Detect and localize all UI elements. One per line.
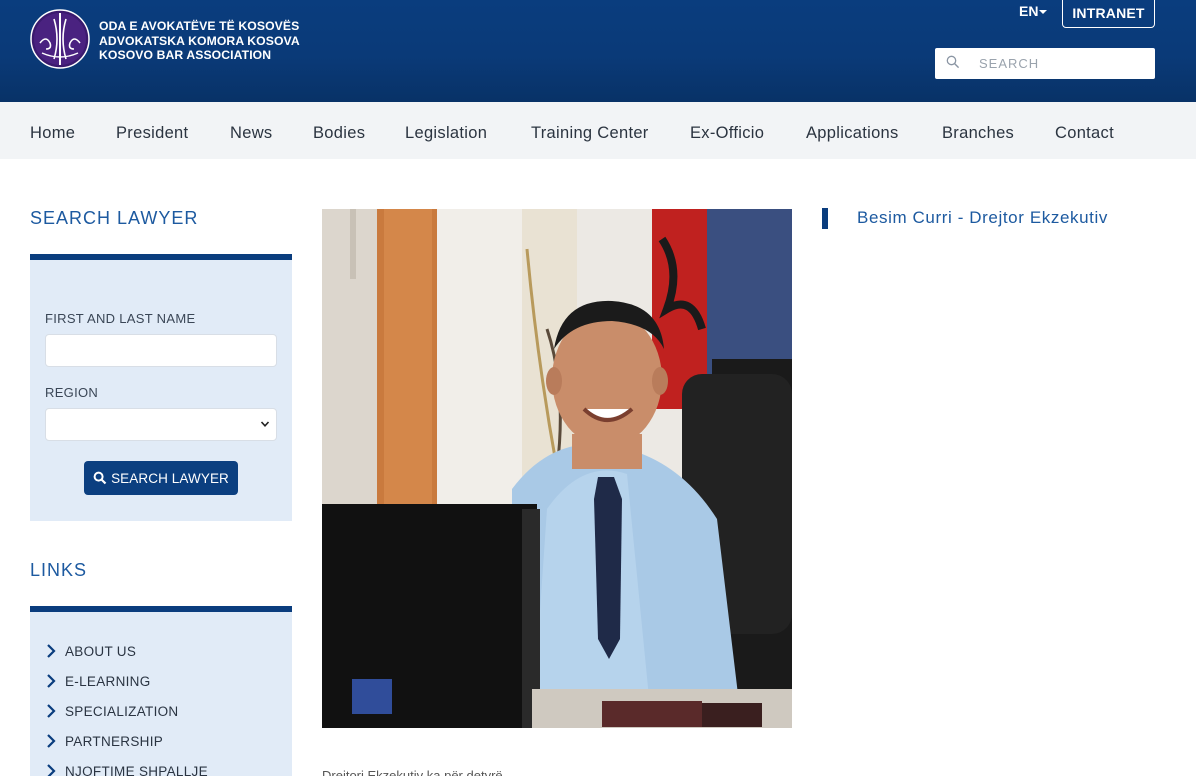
search-input[interactable]	[979, 48, 1149, 79]
chevron-down-icon	[260, 421, 270, 427]
link-label: PARTNERSHIP	[65, 733, 164, 749]
link-label: NJOFTIME SHPALLJE	[65, 763, 208, 776]
nav-item-home[interactable]: Home	[30, 124, 75, 143]
chevron-right-icon	[47, 704, 56, 718]
intranet-button[interactable]: INTRANET	[1062, 0, 1155, 28]
search-icon[interactable]	[946, 55, 960, 69]
nav-item-training-center[interactable]: Training Center	[531, 124, 649, 143]
search-lawyer-title: SEARCH LAWYER	[30, 208, 199, 228]
name-field-label: FIRST AND LAST NAME	[45, 311, 196, 326]
org-name-line: ADVOKATSKA KOMORA KOSOVA	[99, 33, 300, 48]
search-lawyer-button[interactable]: SEARCH LAWYER	[84, 461, 238, 495]
chevron-right-icon	[47, 644, 56, 658]
site-header: ODA E AVOKATËVE TË KOSOVËS ADVOKATSKA KO…	[0, 0, 1196, 102]
org-name-line: ODA E AVOKATËVE TË KOSOVËS	[99, 19, 300, 33]
language-label: EN	[1019, 3, 1039, 19]
link-e-learning[interactable]: E-LEARNING	[45, 671, 151, 691]
region-field-label: REGION	[45, 385, 99, 400]
profile-photo	[322, 209, 792, 728]
org-name[interactable]: ODA E AVOKATËVE TË KOSOVËS ADVOKATSKA KO…	[99, 19, 300, 63]
link-about-us[interactable]: ABOUT US	[45, 641, 136, 661]
search-lawyer-panel: FIRST AND LAST NAME REGION SEARCH LAWYER	[30, 254, 292, 521]
nav-item-ex-officio[interactable]: Ex-Officio	[690, 124, 764, 143]
search-lawyer-button-label: SEARCH LAWYER	[111, 470, 229, 486]
profile-caption: Besim Curri - Drejtor Ekzekutiv	[857, 208, 1108, 227]
nav-item-applications[interactable]: Applications	[806, 124, 899, 143]
caret-down-icon	[1039, 10, 1048, 15]
chevron-right-icon	[47, 764, 56, 776]
profile-text: Drejtori Ekzekutiv ka për detyrë...	[322, 768, 514, 776]
name-field[interactable]	[45, 334, 277, 367]
logo-icon[interactable]	[30, 9, 90, 69]
language-selector[interactable]: EN	[1019, 3, 1048, 19]
header-search	[935, 48, 1155, 79]
caption-accent-bar	[822, 208, 828, 229]
links-panel: ABOUT US E-LEARNING SPECIALIZATION PARTN…	[30, 606, 292, 776]
nav-item-bodies[interactable]: Bodies	[313, 124, 365, 143]
org-name-line: KOSOVO BAR ASSOCIATION	[99, 48, 272, 63]
chevron-right-icon	[47, 734, 56, 748]
link-specialization[interactable]: SPECIALIZATION	[45, 701, 178, 721]
nav-item-president[interactable]: President	[116, 124, 188, 143]
links-title: LINKS	[30, 560, 88, 580]
region-select[interactable]	[45, 408, 277, 441]
chevron-right-icon	[47, 674, 56, 688]
link-label: ABOUT US	[65, 643, 137, 659]
main-nav: Home President News Bodies Legislation T…	[0, 102, 1196, 159]
link-partnership[interactable]: PARTNERSHIP	[45, 731, 163, 751]
link-label: E-LEARNING	[65, 673, 151, 689]
nav-item-legislation[interactable]: Legislation	[405, 124, 487, 143]
search-icon	[93, 471, 107, 485]
link-label: SPECIALIZATION	[65, 703, 179, 719]
nav-item-news[interactable]: News	[230, 124, 272, 143]
link-njoftime-shpallje[interactable]: NJOFTIME SHPALLJE	[45, 761, 208, 776]
nav-item-contact[interactable]: Contact	[1055, 124, 1114, 143]
nav-item-branches[interactable]: Branches	[942, 124, 1014, 143]
